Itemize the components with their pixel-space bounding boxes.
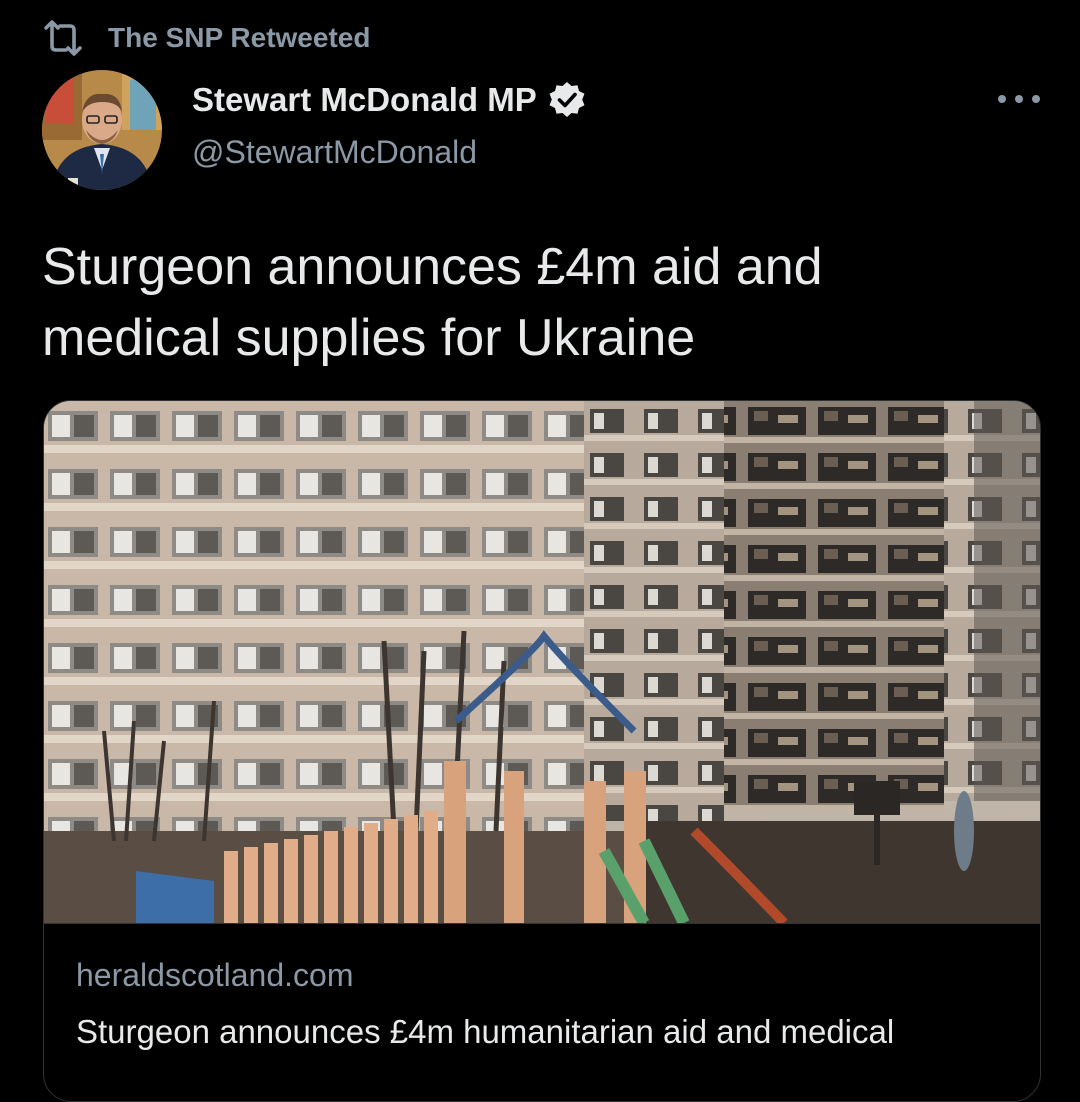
author-handle[interactable]: @StewartMcDonald xyxy=(192,134,587,171)
dot xyxy=(998,95,1006,103)
damaged-apartment-building-photo[interactable] xyxy=(44,401,1040,923)
retweet-icon xyxy=(44,20,82,56)
card-divider xyxy=(44,923,1040,924)
more-options-icon[interactable] xyxy=(998,86,1040,112)
card-title: Sturgeon announces £4m humanitarian aid … xyxy=(76,1013,895,1050)
card-domain: heraldscotland.com xyxy=(76,957,354,993)
dot xyxy=(1015,95,1023,103)
retweet-label: The SNP Retweeted xyxy=(108,22,371,53)
link-card[interactable]: heraldscotland.com Sturgeon announces £4… xyxy=(43,400,1041,1102)
verified-badge-icon xyxy=(549,82,585,117)
retweet-context[interactable]: The SNP Retweeted xyxy=(40,20,370,56)
author-name[interactable]: Stewart McDonald MP xyxy=(192,81,537,119)
author-block[interactable]: Stewart McDonald MP @StewartMcDonald xyxy=(192,80,587,171)
tweet-text: Sturgeon announces £4m aid and medical s… xyxy=(42,238,823,367)
avatar[interactable] xyxy=(42,70,162,190)
dot xyxy=(1032,95,1040,103)
